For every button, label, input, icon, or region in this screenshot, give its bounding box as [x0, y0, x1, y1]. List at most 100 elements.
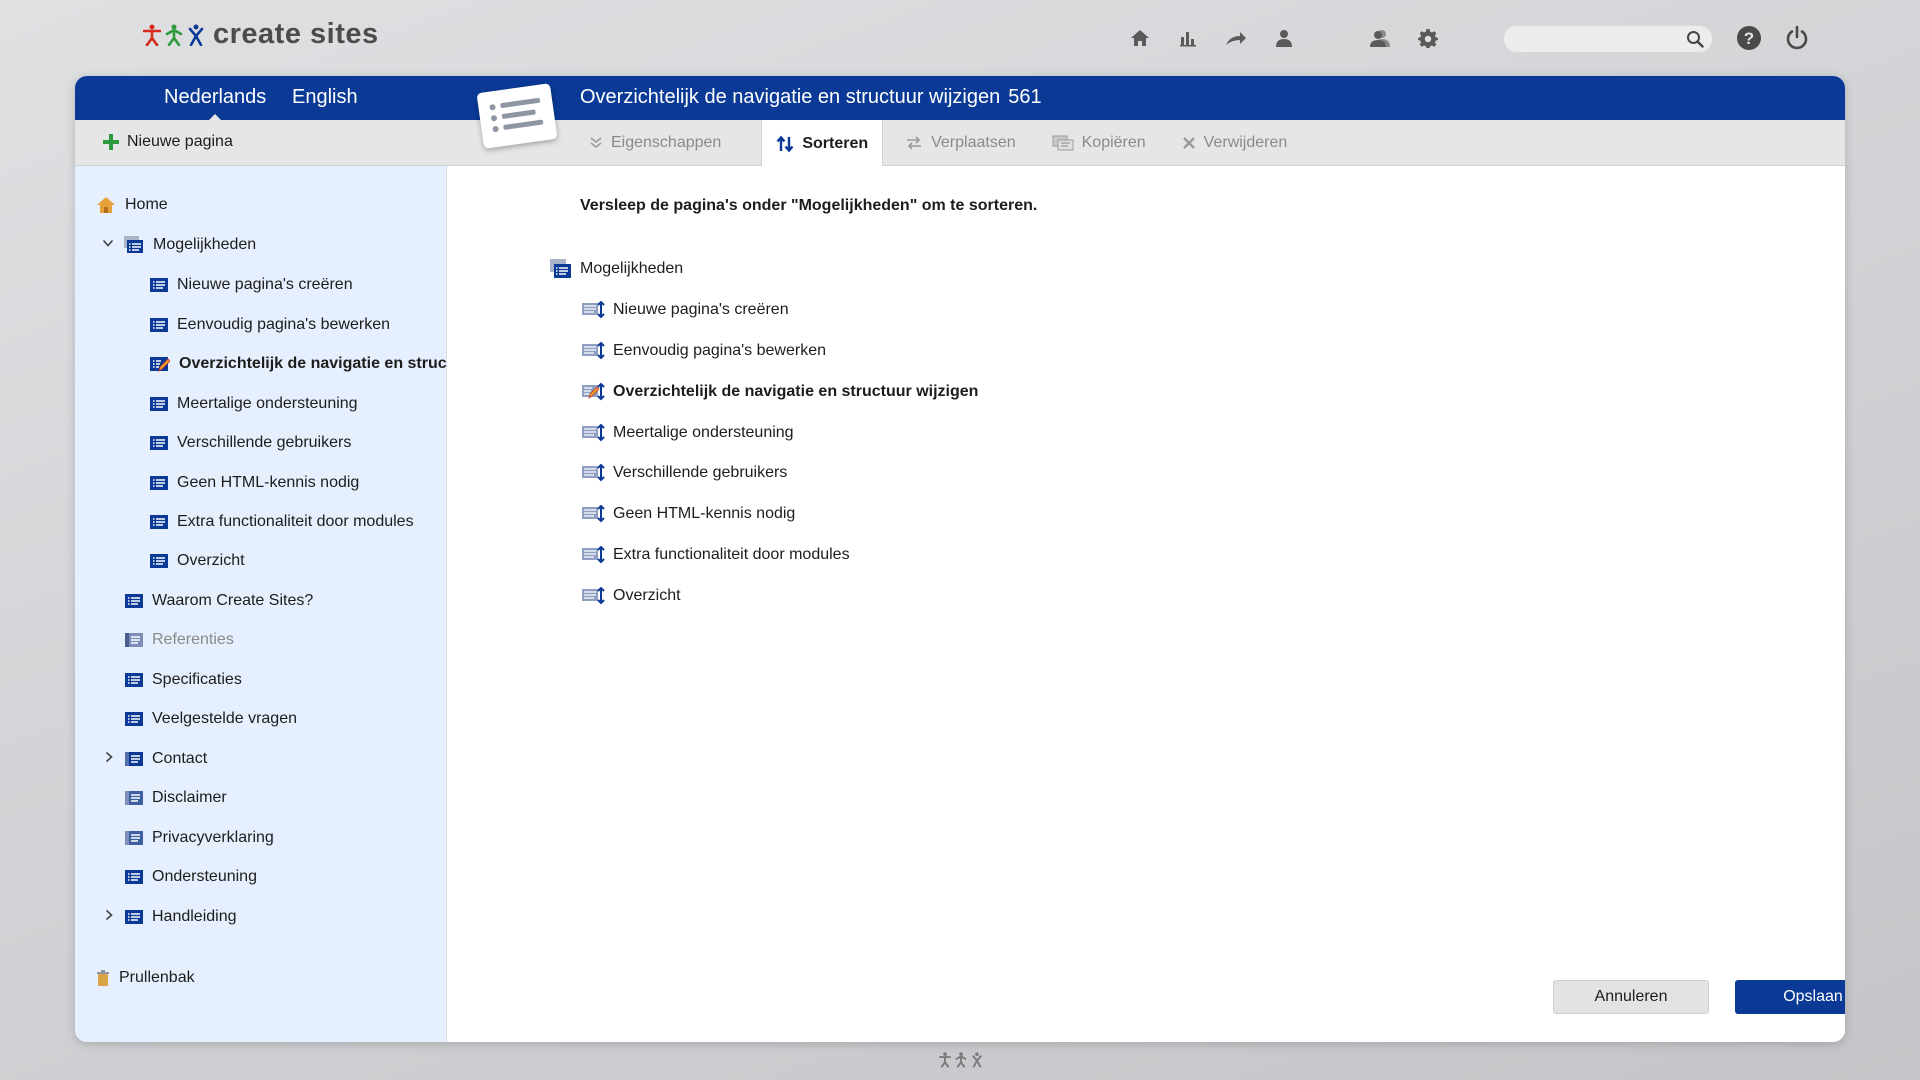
- drag-sort-icon[interactable]: [582, 464, 606, 482]
- sort-root-label: Mogelijkheden: [580, 260, 684, 277]
- delete-icon: [1182, 137, 1195, 149]
- sidebar-item-privacyverklaring[interactable]: Privacyverklaring: [125, 829, 274, 847]
- sidebar-item-eenvoudig-bewerken[interactable]: Eenvoudig pagina's bewerken: [150, 316, 390, 334]
- cancel-button[interactable]: Annuleren: [1553, 980, 1709, 1014]
- page-title: Overzichtelijk de navigatie en structuur…: [580, 86, 1042, 109]
- sidebar-item-label: Geen HTML-kennis nodig: [177, 474, 360, 491]
- brand-logo[interactable]: create sites: [143, 18, 379, 51]
- sort-item[interactable]: Nieuwe pagina's creëren: [582, 301, 789, 319]
- sidebar-item-contact[interactable]: Contact: [105, 750, 208, 768]
- sidebar-item-waarom[interactable]: Waarom Create Sites?: [125, 592, 313, 610]
- page-icon: [125, 712, 143, 726]
- page-group-icon: [124, 236, 143, 253]
- page-icon: [150, 397, 168, 411]
- page-title-text: Overzichtelijk de navigatie en structuur…: [580, 86, 1001, 108]
- sidebar-item-label: Mogelijkheden: [153, 236, 257, 253]
- sidebar-item-geen-html[interactable]: Geen HTML-kennis nodig: [150, 474, 359, 492]
- sort-panel: Versleep de pagina's onder "Mogelijkhede…: [447, 166, 1845, 1042]
- search-field[interactable]: [1503, 25, 1713, 53]
- drag-sort-edit-icon[interactable]: [582, 383, 606, 401]
- sidebar-item-trash[interactable]: Prullenbak: [96, 969, 195, 987]
- sidebar-item-label: Contact: [152, 750, 208, 767]
- drag-sort-icon[interactable]: [582, 342, 606, 360]
- sidebar-item-disclaimer[interactable]: Disclaimer: [125, 789, 227, 807]
- tab-kopieren-label: Kopiëren: [1081, 134, 1146, 151]
- sidebar-item-label: Ondersteuning: [152, 868, 257, 885]
- trash-icon: [97, 970, 109, 986]
- sidebar-item-home[interactable]: Home: [96, 196, 168, 214]
- users-icon[interactable]: [1366, 24, 1394, 52]
- sidebar-item-meertalige[interactable]: Meertalige ondersteuning: [150, 395, 358, 413]
- sort-root-item: Mogelijkheden: [550, 259, 683, 279]
- save-button[interactable]: Opslaan: [1735, 980, 1845, 1014]
- sidebar-item-label: Handleiding: [152, 908, 237, 925]
- sidebar-item-label: Prullenbak: [119, 969, 195, 986]
- power-icon[interactable]: [1784, 25, 1810, 56]
- top-icon-group: [1126, 24, 1442, 52]
- sidebar-item-label: Privacyverklaring: [152, 829, 274, 846]
- search-icon[interactable]: [1686, 30, 1704, 53]
- tab-eigenschappen-label: Eigenschappen: [611, 134, 722, 151]
- sidebar-item-label: Overzichtelijk de navigatie en structuur…: [179, 355, 447, 372]
- tab-sorteren[interactable]: Sorteren: [761, 120, 884, 167]
- tab-verplaatsen[interactable]: Verplaatsen: [891, 120, 1030, 166]
- tab-eigenschappen[interactable]: Eigenschappen: [575, 120, 735, 166]
- sidebar-item-verschillende-gebruikers[interactable]: Verschillende gebruikers: [150, 434, 351, 452]
- sort-item[interactable]: Geen HTML-kennis nodig: [582, 505, 795, 523]
- chevron-down-icon[interactable]: [102, 237, 114, 249]
- sidebar-item-label: Extra functionaliteit door modules: [177, 513, 414, 530]
- sort-icon: [776, 135, 794, 152]
- sidebar-item-overzicht[interactable]: Overzicht: [150, 552, 245, 570]
- sidebar-item-specificaties[interactable]: Specificaties: [125, 671, 242, 689]
- sidebar-item-nieuwe-paginas[interactable]: Nieuwe pagina's creëren: [150, 276, 353, 294]
- sort-item[interactable]: Overzicht: [582, 587, 681, 605]
- new-page-button[interactable]: Nieuwe pagina: [103, 133, 233, 151]
- sidebar-item-mogelijkheden[interactable]: Mogelijkheden: [102, 236, 257, 254]
- page-icon: [150, 515, 168, 529]
- drag-sort-icon[interactable]: [582, 301, 606, 319]
- sidebar-item-extra-functionaliteit[interactable]: Extra functionaliteit door modules: [150, 513, 414, 531]
- drag-sort-icon[interactable]: [582, 546, 606, 564]
- home-icon[interactable]: [1126, 24, 1154, 52]
- drag-sort-icon[interactable]: [582, 505, 606, 523]
- sort-item[interactable]: Extra functionaliteit door modules: [582, 546, 850, 564]
- sort-item[interactable]: Meertalige ondersteuning: [582, 424, 794, 442]
- drag-sort-icon[interactable]: [582, 424, 606, 442]
- help-icon[interactable]: ?: [1736, 25, 1762, 56]
- sidebar-item-handleiding[interactable]: Handleiding: [105, 908, 237, 926]
- page-icon: [125, 870, 143, 884]
- sidebar-item-current-page[interactable]: Overzichtelijk de navigatie en structuur…: [150, 355, 447, 373]
- copy-icon: [1052, 135, 1074, 151]
- logo-figures-icon: [143, 24, 205, 46]
- sidebar-item-label: Home: [125, 196, 168, 213]
- sort-item[interactable]: Verschillende gebruikers: [582, 464, 787, 482]
- share-icon[interactable]: [1222, 24, 1250, 52]
- sidebar-tree: Home Mogelijkheden Nieuwe pagina's creër…: [75, 166, 447, 1042]
- page-document-icon: [476, 83, 558, 149]
- language-tab-english[interactable]: English: [292, 86, 358, 109]
- sidebar-item-label: Veelgestelde vragen: [152, 710, 297, 727]
- gear-icon[interactable]: [1414, 24, 1442, 52]
- brand-name: create sites: [213, 18, 379, 50]
- user-icon[interactable]: [1270, 24, 1298, 52]
- footer-logo-icon: [938, 1052, 984, 1068]
- tab-kopieren[interactable]: Kopiëren: [1038, 120, 1160, 166]
- stats-icon[interactable]: [1174, 24, 1202, 52]
- sidebar-item-label: Verschillende gebruikers: [177, 434, 352, 451]
- tab-verwijderen[interactable]: Verwijderen: [1168, 120, 1302, 166]
- sort-item[interactable]: Eenvoudig pagina's bewerken: [582, 342, 826, 360]
- drag-sort-icon[interactable]: [582, 587, 606, 605]
- sort-item-label: Overzicht: [613, 587, 681, 604]
- language-tab-nederlands[interactable]: Nederlands: [164, 86, 266, 122]
- editor-window: Nederlands English Overzichtelijk de nav…: [75, 76, 1845, 1042]
- search-input[interactable]: [1518, 29, 1678, 49]
- sidebar-item-ondersteuning[interactable]: Ondersteuning: [125, 868, 257, 886]
- chevron-right-icon[interactable]: [103, 751, 115, 763]
- top-bar: create sites ?: [0, 0, 1920, 76]
- page-icon: [150, 476, 168, 490]
- sidebar-item-referenties[interactable]: Referenties: [125, 631, 234, 649]
- chevron-right-icon[interactable]: [103, 909, 115, 921]
- sidebar-item-veelgestelde-vragen[interactable]: Veelgestelde vragen: [125, 710, 297, 728]
- sort-item-current[interactable]: Overzichtelijk de navigatie en structuur…: [582, 383, 978, 401]
- plus-icon: [103, 134, 119, 150]
